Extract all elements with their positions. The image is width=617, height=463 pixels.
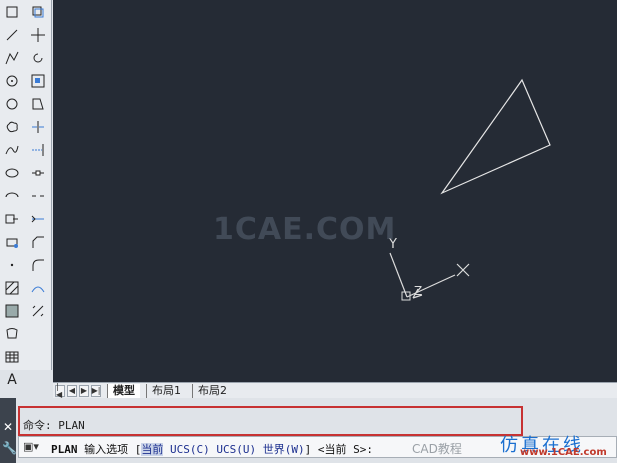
circle-icon[interactable]: [1, 93, 23, 115]
ucs-z-label: Z: [414, 284, 422, 298]
wrench-icon[interactable]: 🔧: [2, 441, 17, 455]
rectangle-icon[interactable]: [1, 1, 23, 23]
blend-icon[interactable]: [27, 277, 49, 299]
copy-icon[interactable]: [27, 1, 49, 23]
gradient-icon[interactable]: [1, 300, 23, 322]
ellipse-arc-icon[interactable]: [1, 185, 23, 207]
close-icon[interactable]: ✕: [3, 420, 13, 434]
ellipse-icon[interactable]: [1, 162, 23, 184]
bracket-close: ]: [304, 443, 312, 456]
drawing-area[interactable]: Y Z 1CAE.COM: [53, 0, 617, 382]
wechat-watermark: CAD教程: [412, 442, 462, 456]
command-history-line: 命令: PLAN: [23, 419, 85, 432]
spline-icon[interactable]: [1, 139, 23, 161]
option-world[interactable]: 世界(W): [263, 443, 305, 456]
draw-modify-toolbar: A: [0, 0, 52, 408]
prompt-command: PLAN: [51, 443, 78, 456]
site-url: www.1CAE.com: [520, 447, 607, 458]
polyline-icon[interactable]: [1, 47, 23, 69]
scale-icon[interactable]: [27, 70, 49, 92]
drawing-svg: Y Z: [388, 78, 551, 301]
option-ucs-c[interactable]: UCS(C): [170, 443, 210, 456]
modify-toolbar-column: [26, 0, 50, 323]
explode-icon[interactable]: [27, 300, 49, 322]
option-ucs-u[interactable]: UCS(U): [216, 443, 256, 456]
arc-icon[interactable]: [1, 70, 23, 92]
tab-layout1[interactable]: 布局1: [146, 383, 186, 398]
layout-tab-strip: |◀ ◀ ▶ ▶| 模型 布局1 布局2: [53, 382, 617, 398]
command-window-handle: ✕ 🔧: [0, 398, 17, 463]
ucs-icon: [389, 252, 470, 301]
prompt-default: <当前: [317, 443, 347, 456]
command-prompt: PLAN 输入选项 [当前 UCS(C) UCS(U) 世界(W)] <当前 S…: [51, 441, 373, 457]
join-icon[interactable]: [27, 208, 49, 230]
watermark-text: 1CAE.COM: [213, 212, 397, 247]
command-history: 命令: PLAN: [18, 406, 523, 436]
mtext-icon[interactable]: A: [1, 369, 23, 391]
tab-nav-first[interactable]: |◀: [55, 382, 65, 398]
hatch-icon[interactable]: [1, 277, 23, 299]
prompt-text: 输入选项: [84, 443, 129, 456]
option-current[interactable]: 当前: [141, 443, 164, 456]
trim-icon[interactable]: [27, 116, 49, 138]
stretch-icon[interactable]: [27, 93, 49, 115]
region-icon[interactable]: [1, 323, 23, 345]
tab-model[interactable]: 模型: [107, 383, 140, 398]
command-icon[interactable]: ▣▾: [23, 440, 45, 454]
command-window: ✕ 🔧 命令: PLAN ▣▾ PLAN 输入选项 [当前 UCS(C) UCS…: [0, 398, 617, 463]
break-icon[interactable]: [27, 185, 49, 207]
rotate-icon[interactable]: [27, 47, 49, 69]
prompt-default-key: S>:: [353, 443, 373, 456]
make-block-icon[interactable]: [1, 231, 23, 253]
break-at-point-icon[interactable]: [27, 162, 49, 184]
extend-icon[interactable]: [27, 139, 49, 161]
revcloud-icon[interactable]: [1, 116, 23, 138]
tab-nav-last[interactable]: ▶|: [91, 384, 101, 397]
move-icon[interactable]: [27, 24, 49, 46]
tab-layout2[interactable]: 布局2: [192, 383, 232, 398]
insert-block-icon[interactable]: [1, 208, 23, 230]
table-icon[interactable]: [1, 346, 23, 368]
tab-nav-next[interactable]: ▶: [79, 384, 89, 397]
line-icon[interactable]: [1, 24, 23, 46]
triangle-shape[interactable]: [440, 78, 551, 195]
chamfer-icon[interactable]: [27, 231, 49, 253]
fillet-icon[interactable]: [27, 254, 49, 276]
tab-nav-prev[interactable]: ◀: [67, 384, 77, 397]
draw-toolbar-column: A: [0, 0, 24, 415]
point-icon[interactable]: [1, 254, 23, 276]
